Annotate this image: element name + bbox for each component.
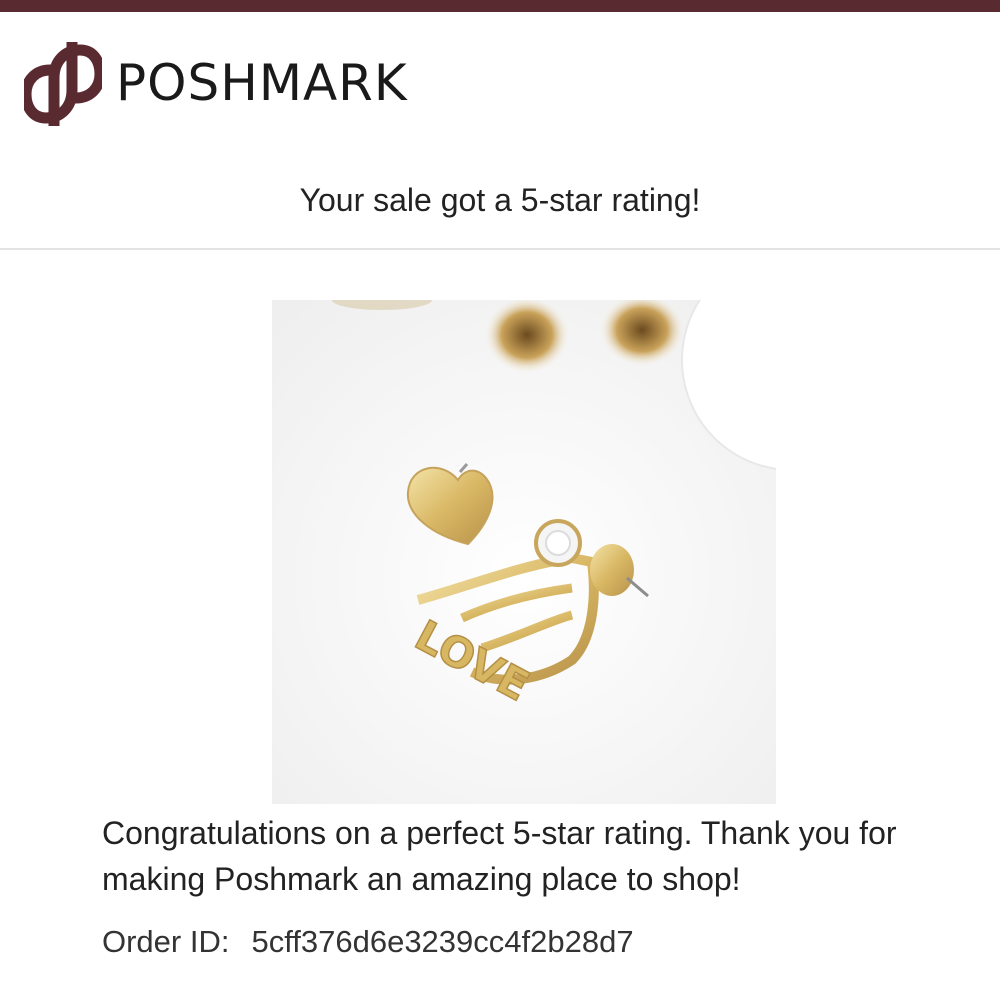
- poshmark-logo[interactable]: POSHMARK: [24, 38, 408, 128]
- email-headline: Your sale got a 5-star rating!: [299, 182, 701, 218]
- congratulations-message: Congratulations on a perfect 5-star rati…: [102, 815, 897, 897]
- product-image[interactable]: LOVE: [272, 300, 776, 804]
- order-id-value: 5cff376d6e3239cc4f2b28d7: [251, 924, 634, 959]
- order-id-label: Order ID:: [102, 924, 230, 959]
- email-header: POSHMARK Your sale got a 5-star rating!: [0, 12, 1000, 250]
- top-brand-bar: [0, 0, 1000, 12]
- earrings-photo: LOVE: [272, 300, 776, 804]
- order-info: Order ID: 5cff376d6e3239cc4f2b28d7: [102, 924, 634, 960]
- brand-name: POSHMARK: [116, 54, 408, 112]
- poshmark-logo-icon: [24, 42, 102, 126]
